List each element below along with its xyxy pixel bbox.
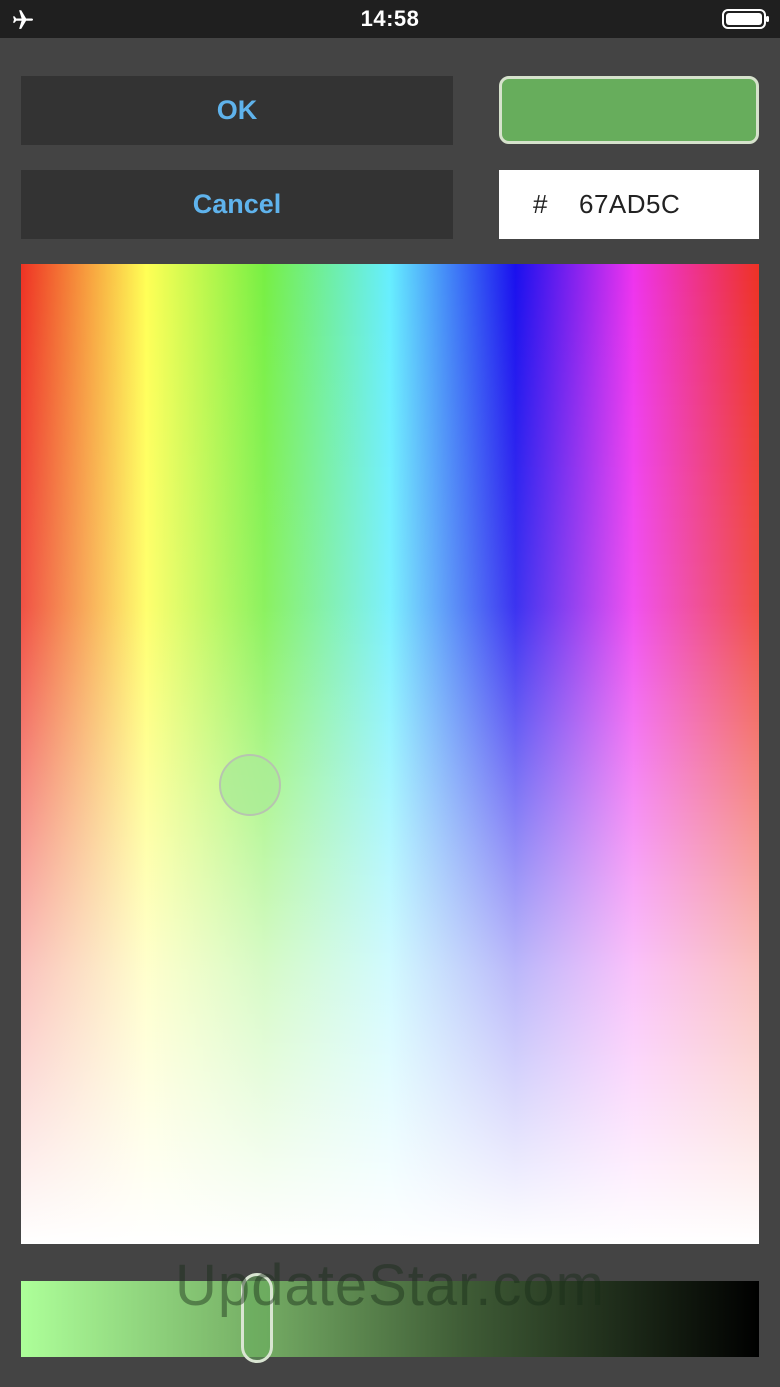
battery-icon bbox=[722, 9, 769, 29]
hex-hash-label: # bbox=[533, 189, 548, 219]
status-time: 14:58 bbox=[360, 6, 420, 31]
brightness-slider-handle[interactable] bbox=[241, 1273, 273, 1363]
brightness-slider-track[interactable] bbox=[21, 1281, 759, 1357]
hex-input[interactable]: # 67AD5C bbox=[499, 170, 759, 239]
ok-button[interactable]: OK bbox=[21, 76, 453, 145]
hex-value[interactable]: 67AD5C bbox=[579, 189, 680, 220]
color-preview-swatch bbox=[499, 76, 759, 144]
status-bar: 14:58 bbox=[0, 0, 780, 38]
color-picker-cursor[interactable] bbox=[219, 754, 281, 816]
color-spectrum-area[interactable] bbox=[21, 264, 759, 1244]
cancel-button[interactable]: Cancel bbox=[21, 170, 453, 239]
